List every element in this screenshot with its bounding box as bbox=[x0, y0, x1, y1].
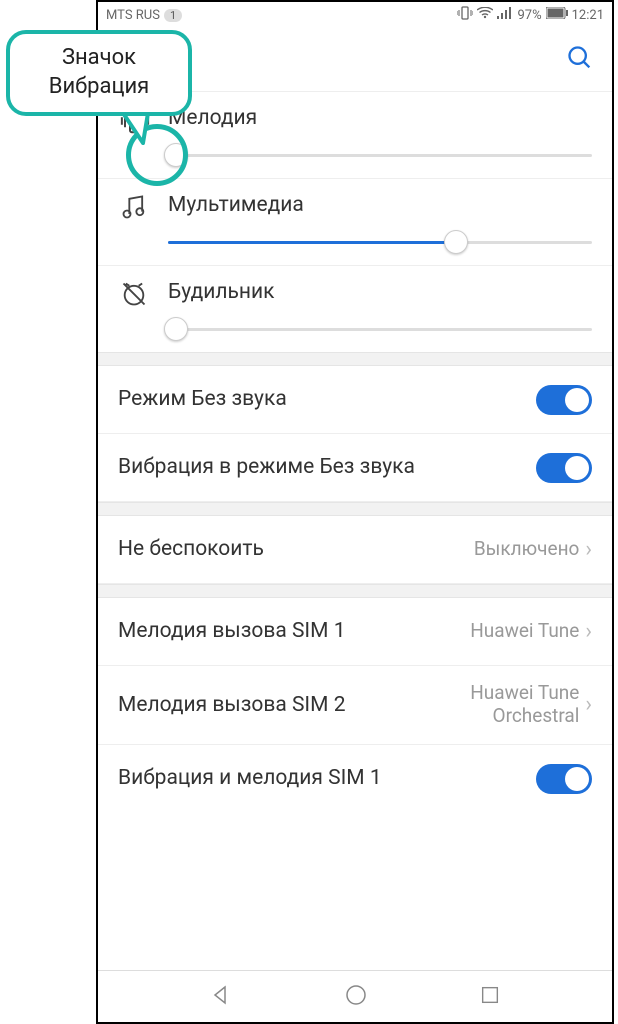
battery-percent: 97% bbox=[517, 8, 541, 23]
slider-ringtone[interactable] bbox=[168, 144, 592, 168]
nav-home-icon[interactable] bbox=[344, 983, 368, 1011]
navigation-bar bbox=[98, 970, 612, 1022]
value-ringtone-sim1: Huawei Tune bbox=[470, 620, 579, 643]
alarm-off-icon bbox=[120, 280, 150, 310]
row-silent-mode[interactable]: Режим Без звука bbox=[98, 366, 612, 434]
value-dnd: Выключено bbox=[474, 538, 580, 561]
row-ringtone-sim1[interactable]: Мелодия вызова SIM 1 Huawei Tune › bbox=[98, 598, 612, 666]
chevron-right-icon: › bbox=[585, 537, 592, 562]
section-divider bbox=[98, 584, 612, 598]
signal-icon bbox=[497, 7, 513, 23]
music-icon bbox=[120, 193, 150, 223]
chevron-right-icon: › bbox=[585, 619, 592, 644]
nav-back-icon[interactable] bbox=[209, 983, 233, 1011]
section-divider bbox=[98, 352, 612, 366]
search-icon[interactable] bbox=[566, 44, 594, 76]
label-dnd: Не беспокоить bbox=[118, 536, 474, 562]
value-ringtone-sim2: Huawei Tune Orchestral bbox=[459, 682, 579, 728]
wifi-icon bbox=[477, 7, 493, 23]
slider-media[interactable] bbox=[168, 231, 592, 255]
label-ringtone-sim1: Мелодия вызова SIM 1 bbox=[118, 618, 470, 644]
row-vibrate-ring-sim1[interactable]: Вибрация и мелодия SIM 1 bbox=[98, 745, 612, 813]
label-vibrate-ring-sim1: Вибрация и мелодия SIM 1 bbox=[118, 765, 536, 791]
toggle-vibrate-ring-sim1[interactable] bbox=[536, 764, 592, 794]
row-dnd[interactable]: Не беспокоить Выключено › bbox=[98, 516, 612, 584]
row-vibrate-silent[interactable]: Вибрация в режиме Без звука bbox=[98, 434, 612, 502]
nav-recent-icon[interactable] bbox=[479, 984, 501, 1010]
slider-label-ringtone: Мелодия bbox=[168, 106, 592, 130]
settings-list: Мелодия Мультимедиа Будильни bbox=[98, 92, 612, 970]
label-ringtone-sim2: Мелодия вызова SIM 2 bbox=[118, 692, 459, 718]
label-silent-mode: Режим Без звука bbox=[118, 386, 536, 412]
label-vibrate-silent: Вибрация в режиме Без звука bbox=[118, 454, 536, 480]
section-divider bbox=[98, 502, 612, 516]
slider-label-media: Мультимедиа bbox=[168, 193, 592, 217]
chevron-right-icon: › bbox=[585, 692, 592, 717]
slider-row-media: Мультимедиа bbox=[98, 179, 612, 266]
battery-icon bbox=[546, 7, 568, 23]
callout-text-1: Значок bbox=[62, 45, 136, 70]
clock: 12:21 bbox=[572, 8, 604, 23]
slider-alarm[interactable] bbox=[168, 318, 592, 342]
row-ringtone-sim2[interactable]: Мелодия вызова SIM 2 Huawei Tune Orchest… bbox=[98, 666, 612, 745]
slider-label-alarm: Будильник bbox=[168, 280, 592, 304]
callout-text-2: Вибрация bbox=[49, 74, 150, 99]
annotation-callout: Значок Вибрация bbox=[6, 30, 192, 116]
slider-row-alarm: Будильник bbox=[98, 266, 612, 352]
sim-badge: 1 bbox=[164, 9, 182, 22]
toggle-silent-mode[interactable] bbox=[536, 385, 592, 415]
carrier-label: MTS RUS bbox=[106, 8, 160, 23]
status-bar: MTS RUS 1 97% 12:21 bbox=[98, 2, 612, 28]
vibrate-status-icon bbox=[457, 6, 473, 24]
toggle-vibrate-silent[interactable] bbox=[536, 453, 592, 483]
